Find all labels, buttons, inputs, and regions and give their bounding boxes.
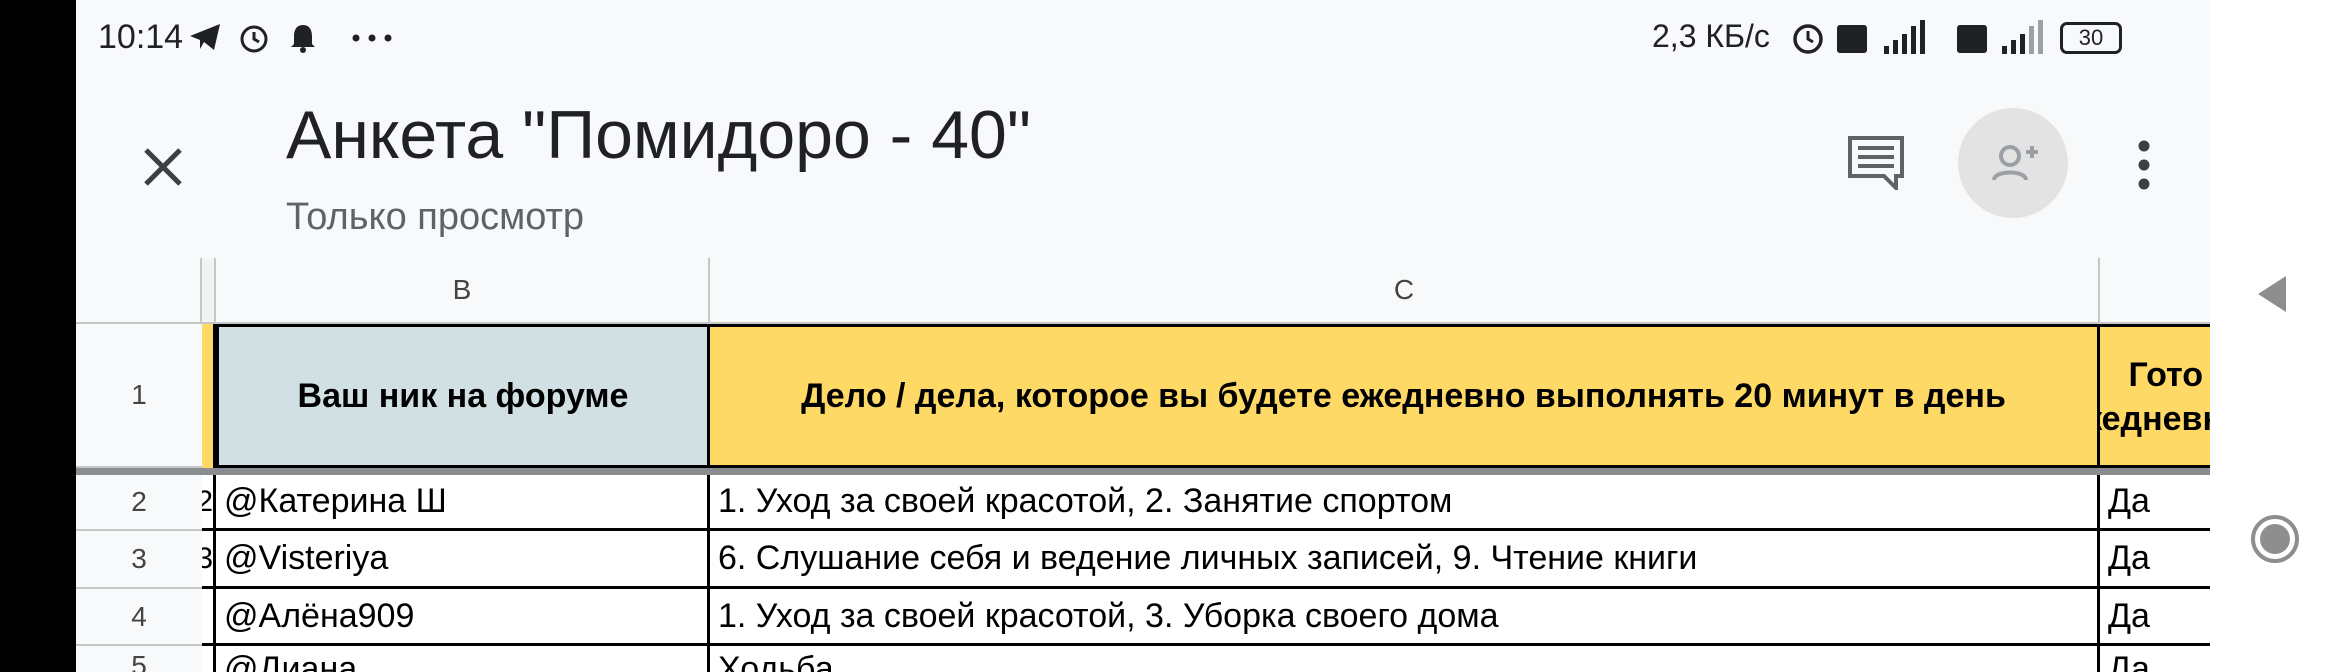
table-cell-nickname[interactable]: @Алёна909: [216, 589, 710, 646]
system-navigation-bar: [2210, 0, 2340, 672]
more-notifications-icon: [352, 34, 392, 42]
volte-icon: [1957, 25, 1987, 53]
view-only-label: Только просмотр: [286, 196, 585, 238]
alarm-icon: [240, 25, 268, 53]
app-screen: 10:14 2,3 КБ/с 30 Анкета "Помидоро - 40"…: [76, 0, 2210, 672]
comment-icon[interactable]: [1846, 134, 1906, 190]
telegram-icon: [190, 24, 220, 50]
table-cell-nickname[interactable]: @Катерина Ш: [216, 475, 710, 531]
row-header-3[interactable]: 3: [76, 531, 202, 589]
bell-icon: [291, 25, 315, 53]
table-cell-a[interactable]: [202, 589, 216, 646]
row-header-2[interactable]: 2: [76, 475, 202, 531]
table-cell-task[interactable]: 6. Слушание себя и ведение личных записе…: [710, 531, 2100, 589]
select-all-corner[interactable]: [76, 258, 202, 322]
battery-level: 30: [2078, 25, 2104, 50]
header-cell-d[interactable]: Гото ежедневн: [2100, 324, 2210, 468]
table-cell-nickname[interactable]: @Visteriya: [216, 531, 710, 589]
table-cell-d[interactable]: Да: [2100, 531, 2210, 589]
table-cell-d[interactable]: Да: [2100, 589, 2210, 646]
spreadsheet-grid[interactable]: B C 1 Ваш ник на форуме Дело / дела, кот…: [76, 258, 2210, 672]
table-cell-d[interactable]: Да: [2100, 646, 2210, 672]
header-cell-d-line1: Гото: [2128, 356, 2203, 394]
header-cell-a[interactable]: [202, 324, 216, 468]
column-header-b[interactable]: B: [216, 258, 710, 322]
table-cell-task[interactable]: 1. Уход за своей красотой, 3. Уборка сво…: [710, 589, 2100, 646]
header-cell-d-line2: ежедневн: [2100, 400, 2210, 439]
more-vert-icon[interactable]: [2134, 140, 2154, 190]
table-cell-task[interactable]: Ходьба: [710, 646, 2100, 672]
header-cell-task[interactable]: Дело / дела, которое вы будете ежедневно…: [710, 324, 2100, 468]
volte-icon: [1837, 25, 1867, 53]
back-icon[interactable]: [2254, 274, 2288, 314]
network-speed: 2,3 КБ/с: [1652, 18, 1770, 54]
status-time: 10:14: [98, 18, 184, 56]
close-icon[interactable]: [128, 132, 198, 202]
add-person-icon: [1992, 145, 2038, 181]
home-icon[interactable]: [2250, 514, 2300, 564]
table-cell-d[interactable]: Да: [2100, 475, 2210, 531]
document-title: Анкета "Помидоро - 40": [286, 97, 1031, 173]
row-header-5[interactable]: 5: [76, 646, 202, 672]
header-cell-nickname[interactable]: Ваш ник на форуме: [216, 324, 710, 468]
row-header-4[interactable]: 4: [76, 589, 202, 646]
table-cell-a[interactable]: [202, 646, 216, 672]
alarm-icon: [1793, 24, 1823, 54]
table-cell-task[interactable]: 1. Уход за своей красотой, 2. Занятие сп…: [710, 475, 2100, 531]
column-header-c[interactable]: C: [710, 258, 2100, 322]
signal-4g-icon: [1884, 20, 1925, 54]
share-button[interactable]: [1958, 108, 2068, 218]
row-header-1[interactable]: 1: [76, 324, 202, 468]
column-header-a[interactable]: [202, 258, 216, 322]
table-cell-a[interactable]: 2: [202, 475, 216, 531]
frozen-row-divider: [76, 468, 2210, 475]
column-header-d[interactable]: [2100, 258, 2210, 322]
signal-icon: [2002, 20, 2043, 54]
table-cell-a[interactable]: 3: [202, 531, 216, 589]
battery-icon: 30: [2060, 22, 2122, 54]
table-cell-nickname[interactable]: @Диана: [216, 646, 710, 672]
status-bar: 10:14 2,3 КБ/с 30: [76, 0, 2210, 70]
